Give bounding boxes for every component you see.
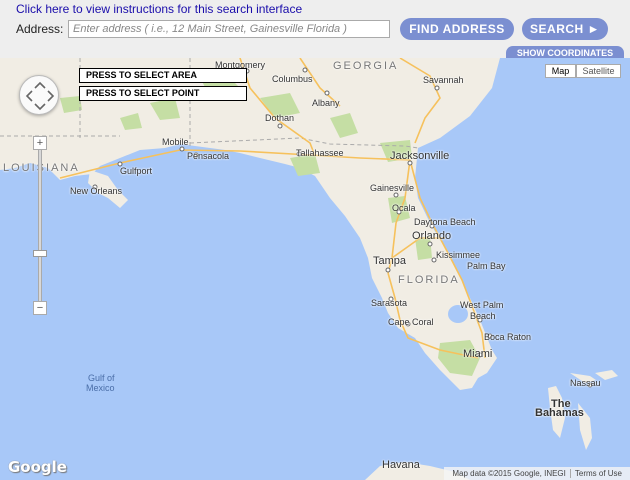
map-type-map-button[interactable]: Map — [545, 64, 576, 78]
label-gulfport: Gulfport — [120, 166, 153, 176]
pan-arrows-icon — [25, 81, 55, 111]
map-attribution-bar: Map data ©2015 Google, INEGI Terms of Us… — [444, 467, 630, 480]
label-nassau: Nassau — [570, 378, 601, 388]
google-logo: Google — [8, 458, 67, 476]
terms-of-use-link[interactable]: Terms of Use — [571, 469, 626, 478]
label-kissimmee: Kissimmee — [436, 250, 481, 260]
label-georgia: GEORGIA — [333, 60, 399, 72]
label-mobile: Mobile — [162, 137, 189, 147]
label-tampa: Tampa — [373, 255, 407, 267]
label-gainesville: Gainesville — [370, 183, 415, 193]
label-savannah: Savannah — [423, 75, 464, 85]
zoom-slider-track[interactable] — [38, 150, 42, 301]
label-dothan: Dothan — [265, 113, 295, 123]
select-point-button[interactable]: PRESS TO SELECT POINT — [79, 86, 247, 101]
label-columbus: Columbus — [272, 74, 313, 84]
label-daytona-beach: Daytona Beach — [414, 217, 476, 227]
map-type-satellite-button[interactable]: Satellite — [576, 64, 621, 78]
instructions-link[interactable]: Click here to view instructions for this… — [16, 2, 302, 16]
label-cape-coral: Cape Coral — [388, 317, 434, 327]
label-havana: Havana — [382, 459, 420, 471]
zoom-in-button[interactable]: + — [33, 136, 47, 150]
zoom-slider-handle[interactable] — [33, 250, 47, 257]
label-albany: Albany — [312, 98, 340, 108]
label-florida: FLORIDA — [398, 274, 460, 286]
label-boca-raton: Boca Raton — [484, 332, 532, 342]
label-sarasota: Sarasota — [371, 298, 408, 308]
label-miami: Miami — [463, 348, 493, 360]
label-tallahassee: Tallahassee — [296, 148, 344, 158]
map-canvas[interactable]: GEORGIA LOUISIANA FLORIDA Montgomery Col… — [0, 58, 630, 480]
zoom-out-button[interactable]: − — [33, 301, 47, 315]
search-button[interactable]: SEARCH ► — [522, 18, 608, 40]
address-input[interactable] — [68, 20, 390, 38]
address-label: Address: — [16, 22, 64, 36]
label-mexico: Mexico — [86, 383, 115, 393]
label-ocala: Ocala — [392, 203, 416, 213]
label-palm-bay: Palm Bay — [467, 261, 506, 271]
label-new-orleans: New Orleans — [70, 186, 123, 196]
label-bahamas: Bahamas — [535, 407, 584, 419]
find-address-button[interactable]: FIND ADDRESS — [400, 18, 514, 40]
label-west-palm-beach: Beach — [470, 311, 496, 321]
label-orlando: Orlando — [412, 230, 452, 242]
label-west-palm: West Palm — [460, 300, 504, 310]
label-pensacola: Pensacola — [187, 151, 230, 161]
label-gulf-of: Gulf of — [88, 373, 115, 383]
attribution-text: Map data ©2015 Google, INEGI — [452, 469, 566, 478]
pan-control[interactable] — [19, 75, 59, 115]
label-jacksonville: Jacksonville — [390, 150, 450, 162]
select-area-button[interactable]: PRESS TO SELECT AREA — [79, 68, 247, 83]
